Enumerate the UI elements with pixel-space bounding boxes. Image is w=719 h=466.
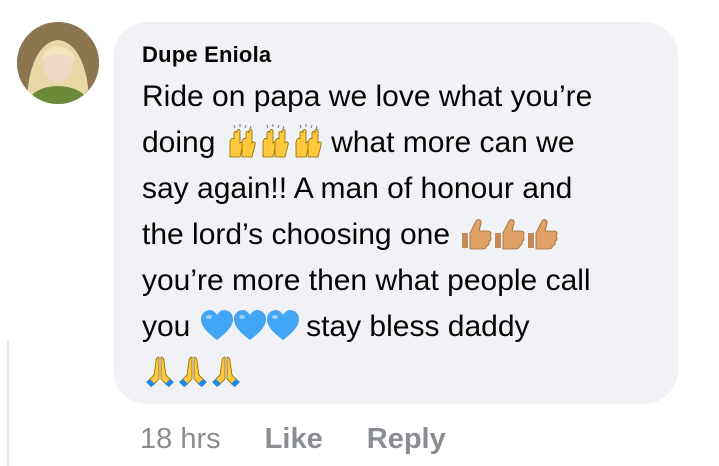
comment-actions: 18 hrs Like Reply — [140, 419, 482, 459]
blue-heart-icon — [232, 307, 268, 343]
timestamp-link[interactable]: 18 hrs — [140, 423, 221, 455]
comment-text-segment: Ride on papa we love what you’re — [142, 80, 593, 113]
comment-line: Ride on papa we love what you’re — [142, 74, 658, 120]
comment-line: doing what more can we — [142, 120, 658, 166]
comment-bubble: Dupe Eniola Ride on papa we love what yo… — [113, 22, 678, 404]
raised-hands-icon — [224, 123, 260, 159]
comment-text-segment: doing — [142, 126, 216, 159]
folded-hands-icon — [175, 353, 211, 389]
comment-text: Ride on papa we love what you’re doing w… — [142, 74, 658, 396]
comment-line: you’re more then what people call — [142, 258, 658, 304]
reply-button[interactable]: Reply — [367, 423, 446, 455]
thread-line — [7, 340, 9, 466]
thumbs-up-icon — [524, 215, 560, 251]
comment-line: the lord’s choosing one — [142, 212, 658, 258]
raised-hands-icon — [290, 123, 326, 159]
folded-hands-icon — [208, 353, 244, 389]
blue-heart-icon — [265, 307, 301, 343]
raised-hands-icon — [257, 123, 293, 159]
comment-text-segment: you’re more then what people call — [142, 264, 591, 297]
comment-text-segment: the lord’s choosing one — [142, 218, 450, 251]
comment-text-segment: stay bless daddy — [306, 310, 530, 343]
comment-text-segment: say again!! A man of honour and — [142, 172, 573, 205]
avatar[interactable] — [17, 22, 99, 104]
blue-heart-icon — [199, 307, 235, 343]
comment-text-segment: what more can we — [331, 126, 575, 159]
folded-hands-icon — [142, 353, 178, 389]
thumbs-up-icon — [491, 215, 527, 251]
comment-line: you stay bless daddy — [142, 304, 658, 350]
comment-line — [142, 350, 658, 396]
comment-line: say again!! A man of honour and — [142, 166, 658, 212]
comment-text-segment: you — [142, 310, 191, 343]
comment-author[interactable]: Dupe Eniola — [142, 40, 658, 70]
like-button[interactable]: Like — [265, 423, 323, 455]
thumbs-up-icon — [458, 215, 494, 251]
